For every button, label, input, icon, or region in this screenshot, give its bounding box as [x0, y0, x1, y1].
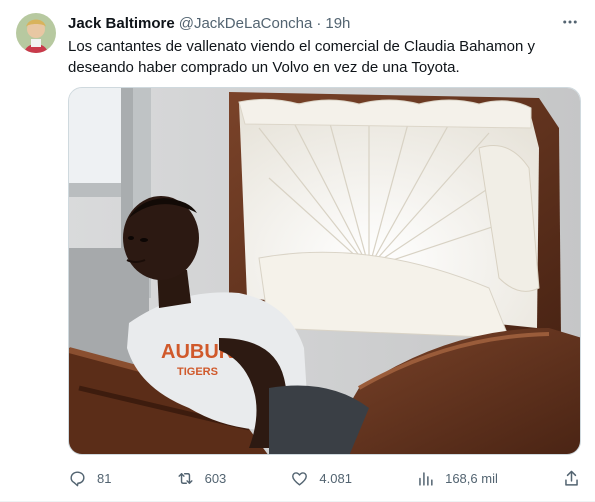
- more-options-button[interactable]: [559, 11, 581, 33]
- separator-dot: ·: [316, 14, 322, 32]
- repost-count: 603: [204, 470, 227, 486]
- repost-icon: [178, 472, 193, 484]
- share-icon: [565, 470, 578, 486]
- like-button[interactable]: 4.081: [290, 469, 352, 488]
- tweet-actions: 81 603 4.081 168,6 mil: [68, 466, 581, 490]
- more-horizontal-icon: [563, 20, 577, 24]
- svg-text:TIGERS: TIGERS: [177, 366, 218, 378]
- reply-count: 81: [97, 470, 112, 486]
- tweet-header: Jack Baltimore @JackDeLaConcha · 19h: [68, 13, 579, 33]
- avatar[interactable]: [16, 13, 56, 53]
- tweet-text: Los cantantes de vallenato viendo el com…: [68, 38, 535, 76]
- views-count: 168,6 mil: [445, 470, 498, 486]
- reply-button[interactable]: 81: [68, 469, 111, 488]
- author-name[interactable]: Jack Baltimore: [68, 15, 175, 32]
- tweet-image[interactable]: AUBURN TIGERS: [68, 87, 581, 455]
- views-chart-icon: [419, 471, 433, 486]
- author-handle[interactable]: @JackDeLaConcha: [179, 15, 313, 32]
- share-button[interactable]: [562, 469, 581, 488]
- views-button[interactable]: 168,6 mil: [416, 469, 498, 488]
- tweet[interactable]: Jack Baltimore @JackDeLaConcha · 19h Los…: [0, 0, 595, 502]
- like-count: 4.081: [319, 470, 352, 486]
- reply-icon: [70, 470, 85, 486]
- timestamp[interactable]: 19h: [325, 15, 350, 32]
- repost-button[interactable]: 603: [176, 469, 227, 488]
- heart-icon: [292, 471, 308, 486]
